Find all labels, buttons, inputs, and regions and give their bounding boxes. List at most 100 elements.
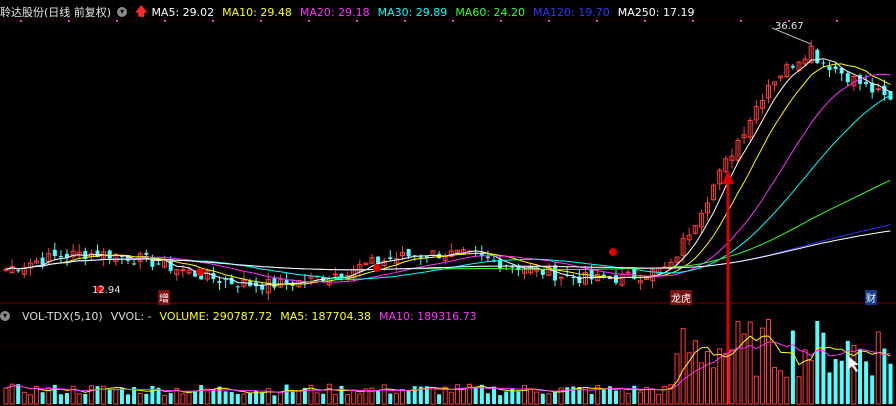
low-price-label: 12.94	[92, 285, 121, 296]
volume-bar	[393, 392, 399, 405]
volume-bar	[864, 361, 869, 404]
ma120-label: MA120: 19.70	[533, 5, 610, 19]
event-longhu-tag[interactable]: 龙虎	[670, 290, 692, 305]
volume-bar	[448, 391, 454, 405]
volume-bar	[406, 390, 411, 404]
volume-bar	[656, 393, 662, 405]
candle-body	[845, 73, 850, 83]
volume-bar	[40, 392, 45, 404]
volume-bar	[88, 385, 94, 405]
volume-bar	[625, 392, 631, 405]
volume-bar	[454, 384, 460, 405]
stock-chart[interactable]	[0, 0, 896, 406]
volume-bar	[534, 391, 540, 405]
candle-body	[790, 65, 795, 68]
volume-bar	[76, 393, 82, 405]
volume-bar	[126, 394, 130, 404]
volume-bar	[522, 385, 527, 405]
volume-bar	[747, 321, 753, 405]
candle-body	[406, 249, 411, 257]
volume-bar	[241, 393, 247, 405]
volume-bar	[193, 390, 198, 404]
volume-bar	[296, 390, 302, 405]
price-header: 聆达股份(日线 前复权) ▾ 🡅 MA5: 29.02 MA10: 29.48 …	[0, 3, 702, 21]
ma5-label: MA5: 29.02	[151, 5, 215, 19]
ma30-label: MA30: 29.89	[377, 5, 448, 19]
volume-bar	[332, 393, 338, 405]
top-marker	[740, 20, 742, 22]
volume-bar	[461, 387, 466, 405]
candle-body	[625, 271, 631, 274]
volume-bar	[492, 386, 496, 404]
ma120-line	[5, 224, 891, 271]
volume-bar	[235, 393, 240, 404]
volume-bar	[326, 383, 332, 405]
vol-indicator-name: VOL-TDX(5,10)	[22, 309, 103, 323]
volume-bar	[162, 394, 168, 405]
volume-bar	[504, 391, 509, 404]
ma10-line	[5, 63, 891, 285]
volume-bar	[808, 360, 814, 405]
volume-bar	[186, 391, 192, 405]
volume-bar	[759, 327, 765, 405]
candle-body	[875, 88, 881, 91]
volume-bar	[705, 350, 710, 405]
volume-bar	[3, 387, 9, 405]
candle-body	[16, 270, 21, 272]
volume-bar	[52, 384, 57, 404]
volume-bar	[553, 391, 557, 404]
candle-body	[223, 279, 228, 281]
volume-bar	[16, 384, 21, 404]
up-arrow-icon: 🡅	[135, 3, 148, 18]
vvol-label: VVOL: -	[110, 309, 152, 323]
volume-bar	[83, 394, 88, 404]
event-cai-tag[interactable]: 财	[865, 290, 877, 305]
volume-bar	[381, 384, 387, 405]
volume-value-label: VOLUME: 290787.72	[159, 309, 273, 323]
vol-ma10-label: MA10: 189316.73	[378, 309, 477, 323]
volume-bar	[821, 332, 826, 404]
ma20-line	[5, 73, 891, 283]
volume-bar	[784, 376, 790, 405]
candle-body	[332, 273, 338, 276]
volume-bar	[199, 385, 204, 404]
candle-body	[284, 280, 289, 284]
candle-body	[418, 256, 423, 258]
candle-body	[485, 256, 490, 259]
volume-bar	[882, 348, 887, 404]
volume-bar	[430, 386, 436, 405]
candle-body	[107, 250, 112, 259]
candle-body	[40, 257, 45, 265]
volume-bar	[528, 388, 534, 405]
volume-bar	[815, 320, 820, 404]
volume-bar	[858, 348, 862, 404]
event-dot	[196, 268, 204, 276]
ma20-label: MA20: 29.18	[299, 5, 370, 19]
candle-body	[827, 66, 832, 71]
ma250-line	[5, 230, 891, 271]
ma30-line	[5, 94, 891, 280]
candle-body	[180, 269, 186, 272]
volume-bar	[345, 394, 351, 405]
candle-body	[388, 257, 393, 260]
volume-bar	[711, 367, 717, 405]
chevron-down-icon[interactable]: ▾	[117, 7, 128, 17]
volume-bar	[357, 393, 363, 405]
volume-bar	[753, 375, 759, 405]
volume-bar	[614, 390, 618, 404]
volume-bar	[223, 391, 228, 404]
volume-bar	[729, 349, 735, 405]
volume-bar	[839, 360, 844, 404]
volume-bar	[58, 394, 63, 404]
volume-bar	[790, 330, 795, 404]
high-price-label: 36.67	[775, 21, 804, 32]
volume-bar	[27, 394, 33, 405]
volume-bar	[278, 392, 283, 405]
volume-bar	[21, 391, 27, 405]
event-zeng-tag[interactable]: 增	[158, 290, 170, 305]
volume-bar	[473, 387, 478, 404]
volume-bar	[150, 386, 155, 404]
volume-bar	[260, 392, 265, 404]
chevron-down-icon[interactable]: ▾	[0, 311, 10, 321]
candle-body	[882, 85, 887, 95]
